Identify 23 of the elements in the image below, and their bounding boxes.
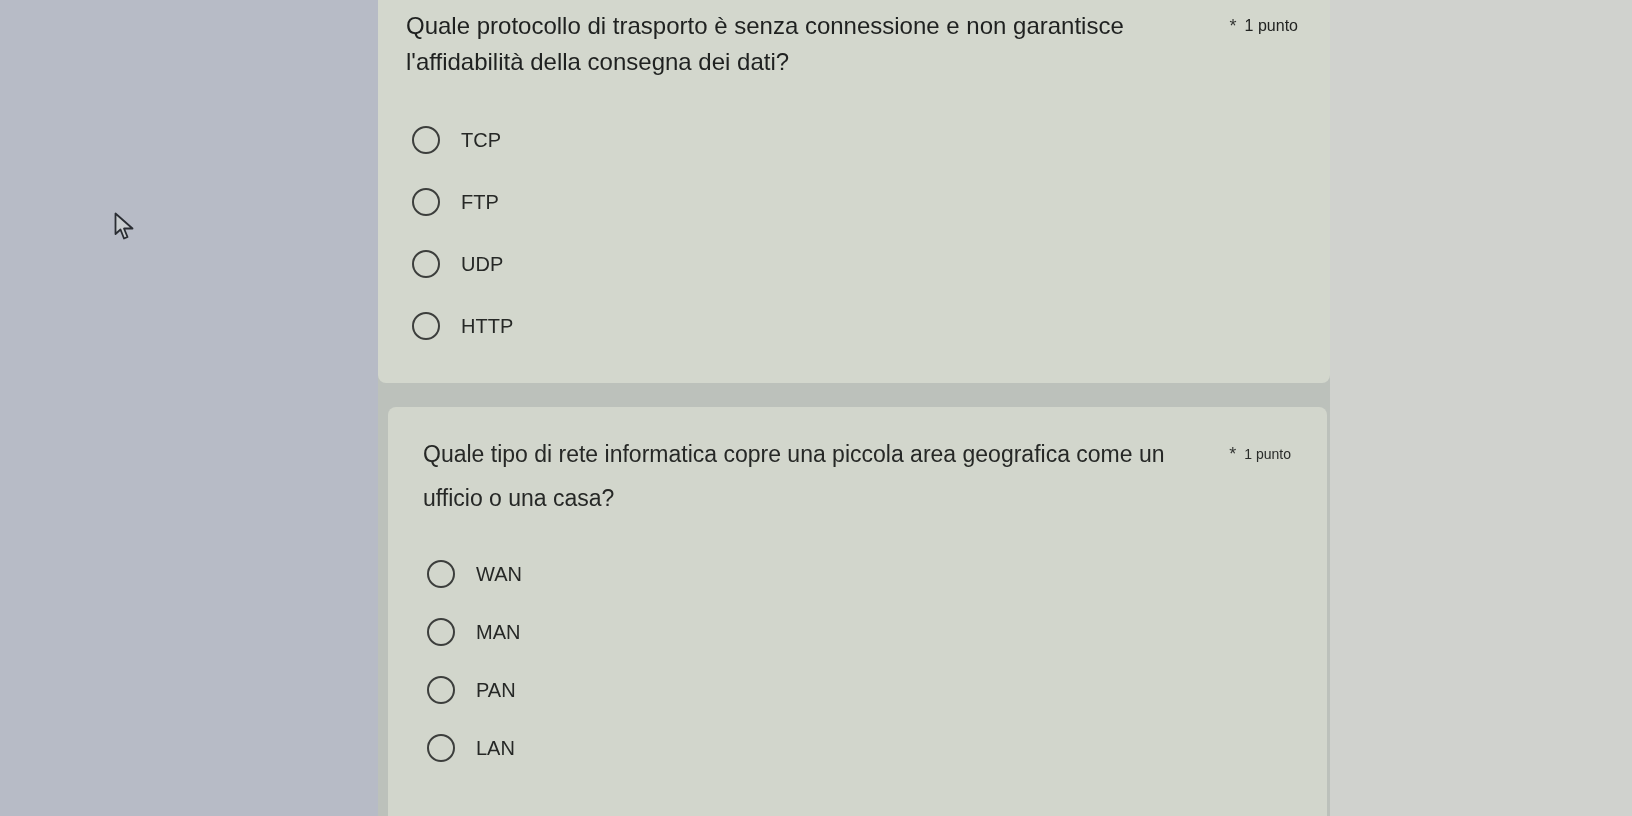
option-label[interactable]: LAN [476,733,515,763]
mouse-pointer-icon [114,212,135,241]
points-label: 1 punto [1244,444,1291,464]
radio-button[interactable] [412,312,440,340]
radio-button[interactable] [427,676,455,704]
radio-button[interactable] [412,188,440,216]
radio-button[interactable] [412,250,440,278]
option-label[interactable]: UDP [461,249,504,279]
option-label[interactable]: PAN [476,675,516,705]
question-text: Quale protocollo di trasporto è senza connessione e non garantisce l'affidabilità della consegna dei dati? [406,11,1125,77]
option-label[interactable]: FTP [461,187,499,217]
option-label[interactable]: HTTP [461,311,514,341]
option-label[interactable]: TCP [461,125,501,155]
radio-button[interactable] [427,618,455,646]
radio-button[interactable] [412,126,440,154]
option-label[interactable]: MAN [476,617,521,647]
radio-button[interactable] [427,734,455,762]
required-asterisk: * [1229,14,1237,38]
required-asterisk: * [1229,442,1237,466]
option-label[interactable]: WAN [476,559,522,589]
points-label: 1 punto [1244,16,1298,36]
radio-button[interactable] [427,560,455,588]
question-text: Quale tipo di rete informatica copre una piccola area geografica come un ufficio o una casa? [423,440,1166,513]
